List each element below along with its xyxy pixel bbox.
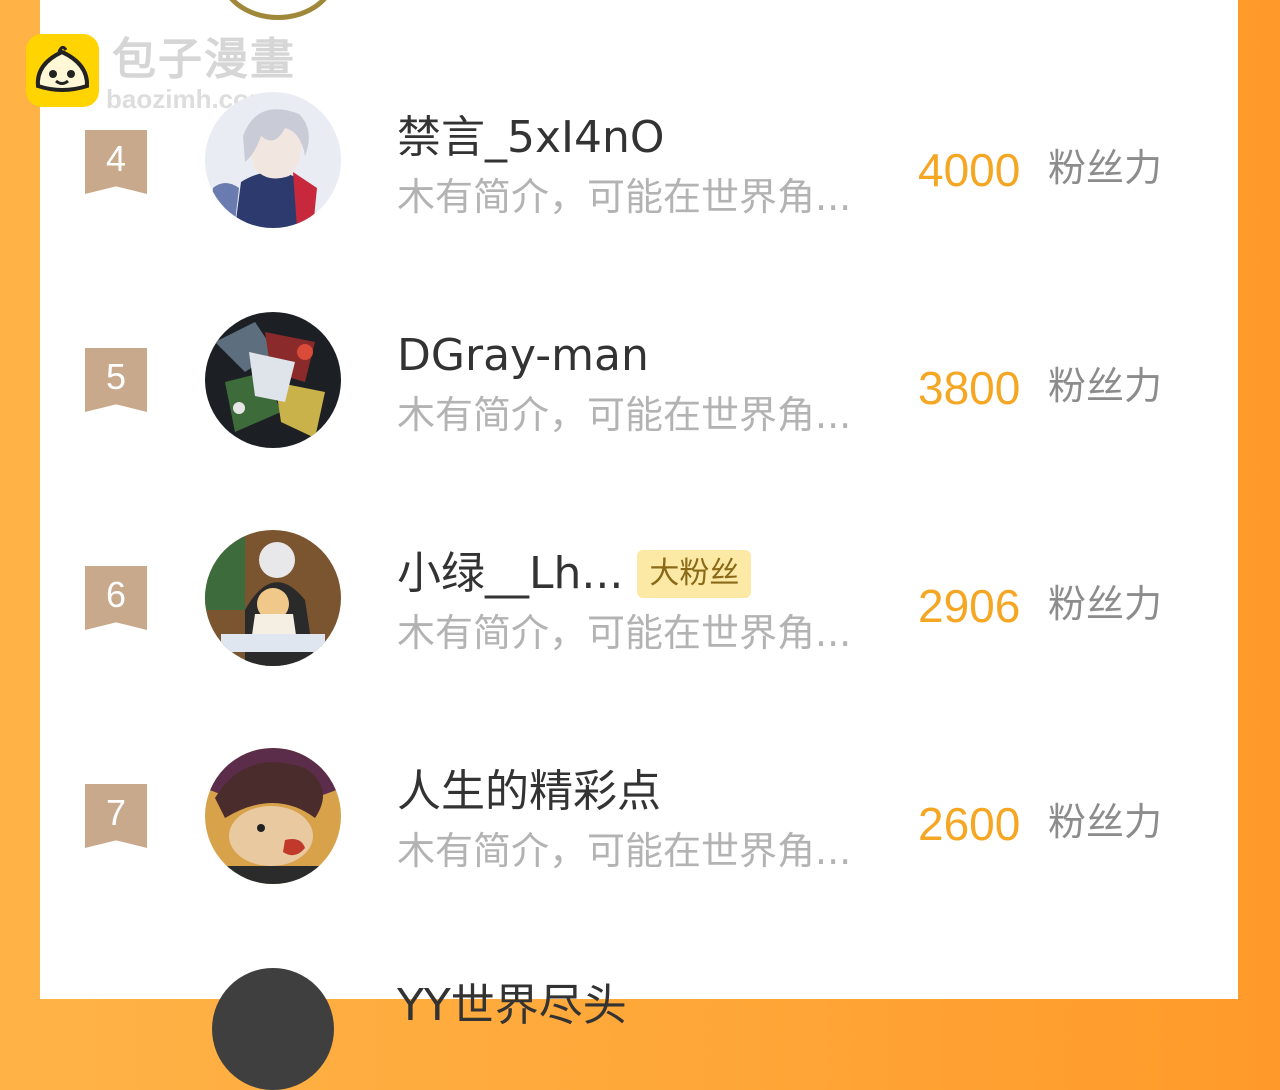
- robots-collage-avatar-icon: [205, 312, 341, 448]
- name-line: DGray-man: [397, 330, 649, 386]
- fan-power-label: 粉丝力: [1048, 364, 1163, 408]
- fan-power-label: 粉丝力: [1048, 146, 1163, 190]
- rank-number: 6: [105, 574, 127, 615]
- fan-power-score: 4000: [918, 144, 1021, 196]
- ranking-row[interactable]: 4 禁言_5xI4nO 木有简介，可能在世界角... 4000 粉丝力: [0, 90, 1280, 250]
- user-name[interactable]: DGray-man: [397, 330, 649, 382]
- anime-avatar-silver-hair-icon: [205, 92, 341, 228]
- user-name[interactable]: 人生的精彩点: [397, 766, 661, 818]
- rank-badge: 6: [85, 566, 147, 630]
- big-fan-badge: 大粉丝: [637, 550, 752, 598]
- user-description: 木有简介，可能在世界角...: [397, 175, 852, 219]
- next-user-name-partial[interactable]: YY世界尽头: [397, 980, 627, 1032]
- user-avatar[interactable]: [205, 92, 341, 228]
- rank-number: 5: [105, 356, 127, 397]
- user-description: 木有简介，可能在世界角...: [397, 829, 852, 873]
- watermark-title: 包子漫畫: [112, 34, 296, 85]
- user-avatar[interactable]: [205, 748, 341, 884]
- name-line: 小绿__Lh... 大粉丝: [397, 548, 752, 604]
- name-line: 人生的精彩点: [397, 766, 661, 822]
- user-description: 木有简介，可能在世界角...: [397, 611, 852, 655]
- anime-avatar-two-characters-icon: [205, 530, 341, 666]
- ranking-row[interactable]: 6 小绿__Lh... 大粉丝 木有简介，可能在世界角... 2906 粉丝力: [0, 526, 1280, 686]
- user-description: 木有简介，可能在世界角...: [397, 393, 852, 437]
- name-line: 禁言_5xI4nO: [397, 112, 665, 168]
- fan-power-score: 3800: [918, 362, 1021, 414]
- rank-number: 4: [105, 138, 127, 179]
- rank-badge: 4: [85, 130, 147, 194]
- user-name[interactable]: 小绿__Lh...: [397, 548, 623, 600]
- hedgehog-cartoon-avatar-icon: [205, 748, 341, 884]
- next-user-avatar-partial[interactable]: [212, 968, 334, 1090]
- user-avatar[interactable]: [205, 530, 341, 666]
- fan-power-score: 2600: [918, 798, 1021, 850]
- user-avatar[interactable]: [205, 312, 341, 448]
- rank-badge: 7: [85, 784, 147, 848]
- rank-badge: 5: [85, 348, 147, 412]
- ranking-row[interactable]: 5 DGray-man 木有简介，可能在世界角... 3800 粉丝力: [0, 308, 1280, 468]
- ranking-row[interactable]: 7 人生的精彩点 木有简介，可能在世界角... 2600 粉丝力: [0, 744, 1280, 904]
- fan-power-score: 2906: [918, 580, 1021, 632]
- rank-number: 7: [105, 792, 127, 833]
- fan-power-label: 粉丝力: [1048, 800, 1163, 844]
- user-name[interactable]: 禁言_5xI4nO: [397, 112, 665, 164]
- fan-power-label: 粉丝力: [1048, 582, 1163, 626]
